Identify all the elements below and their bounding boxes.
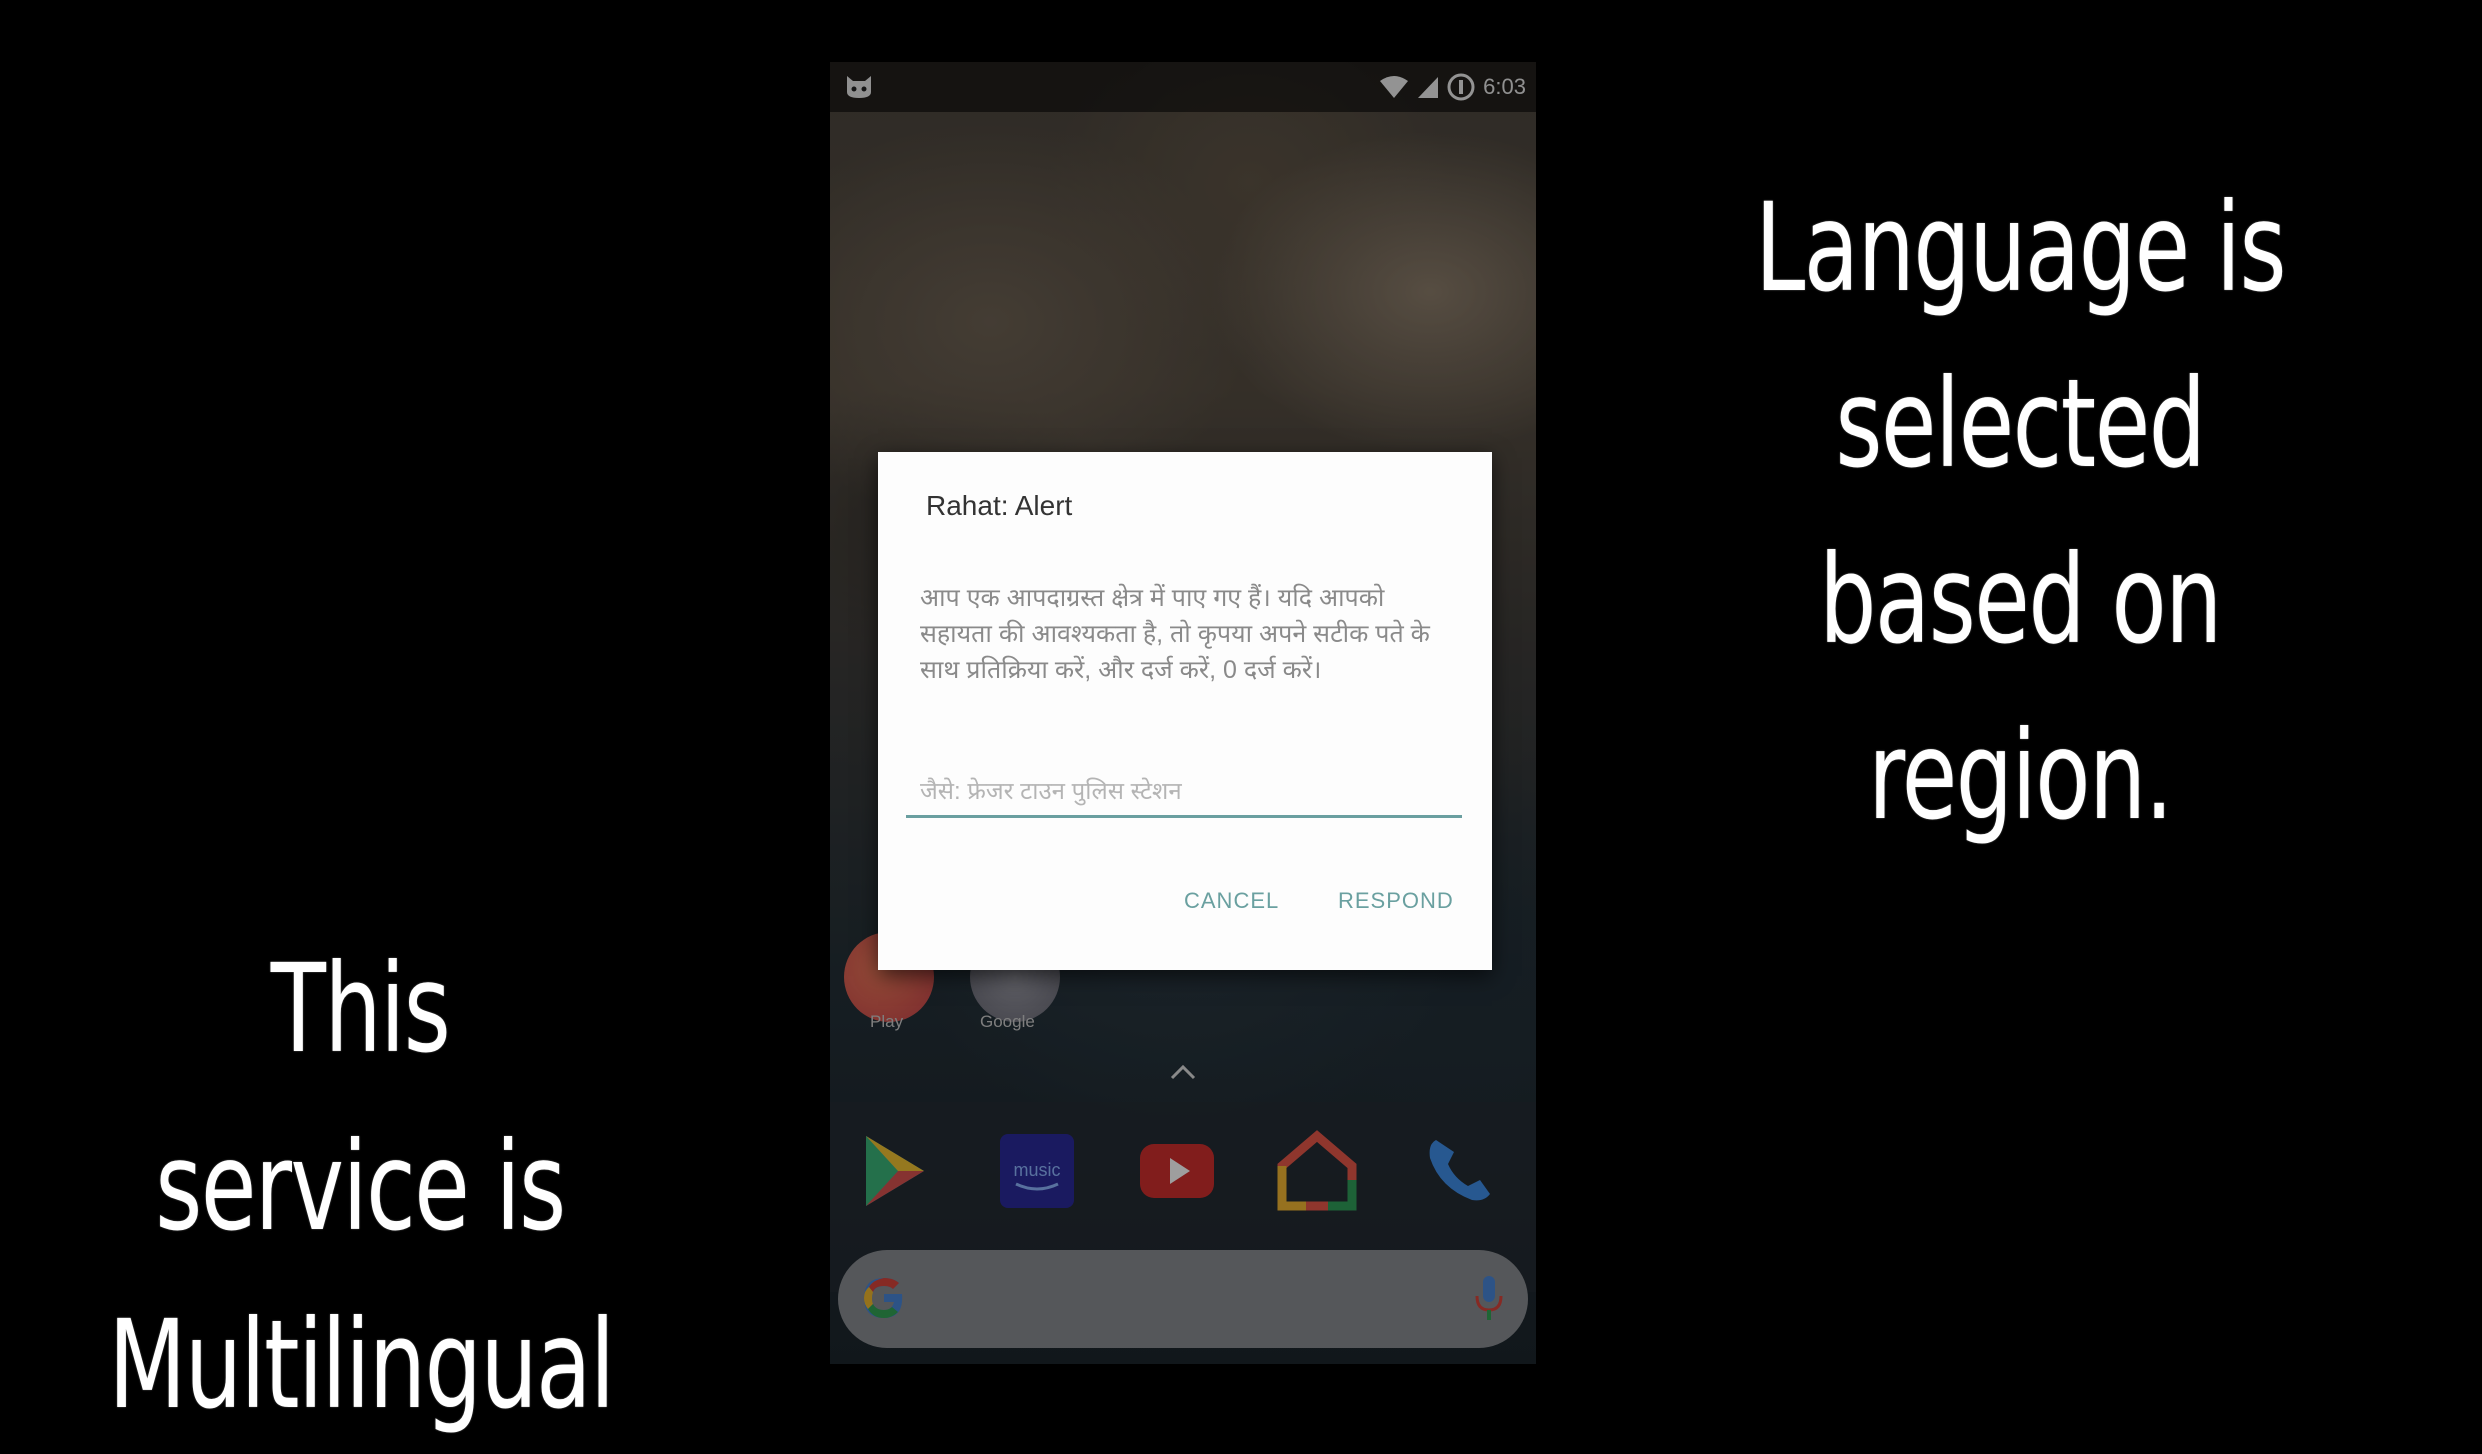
phone-screen: 6:03 Play Google music Rahat: Alert आप ए… <box>830 62 1536 1364</box>
caption-line: Multilingual <box>108 1294 615 1436</box>
caption-multilingual: This service is Multilingual <box>108 920 615 1454</box>
respond-button[interactable]: RESPOND <box>1338 888 1454 914</box>
address-input[interactable] <box>906 768 1462 818</box>
caption-language-selected: Language is selected based on region. <box>1702 160 2338 864</box>
cancel-button[interactable]: CANCEL <box>1184 888 1279 914</box>
caption-line: selected <box>1835 353 2206 495</box>
caption-line: based on region. <box>1819 529 2222 847</box>
dialog-message: आप एक आपदाग्रस्त क्षेत्र में पाए गए हैं।… <box>920 584 1430 684</box>
caption-line: This service is <box>155 938 566 1258</box>
dialog-title: Rahat: Alert <box>926 490 1073 521</box>
caption-line: Language is <box>1754 177 2287 319</box>
rahat-alert-dialog: Rahat: Alert आप एक आपदाग्रस्त क्षेत्र मे… <box>878 452 1492 970</box>
